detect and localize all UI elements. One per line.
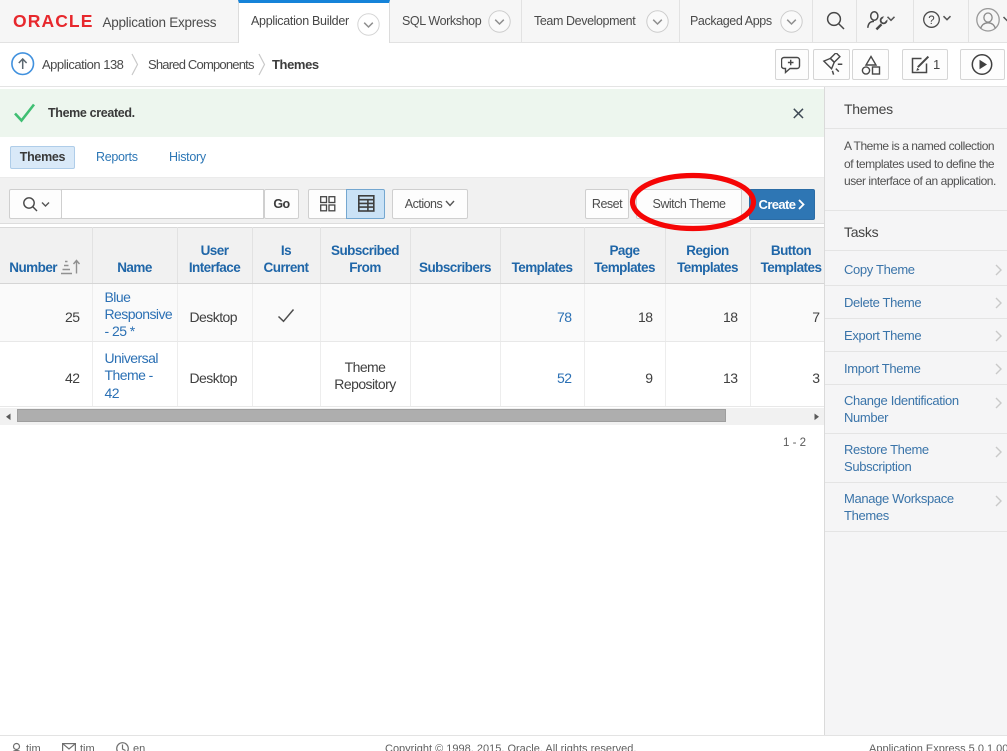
svg-text:?: ?: [928, 15, 934, 27]
